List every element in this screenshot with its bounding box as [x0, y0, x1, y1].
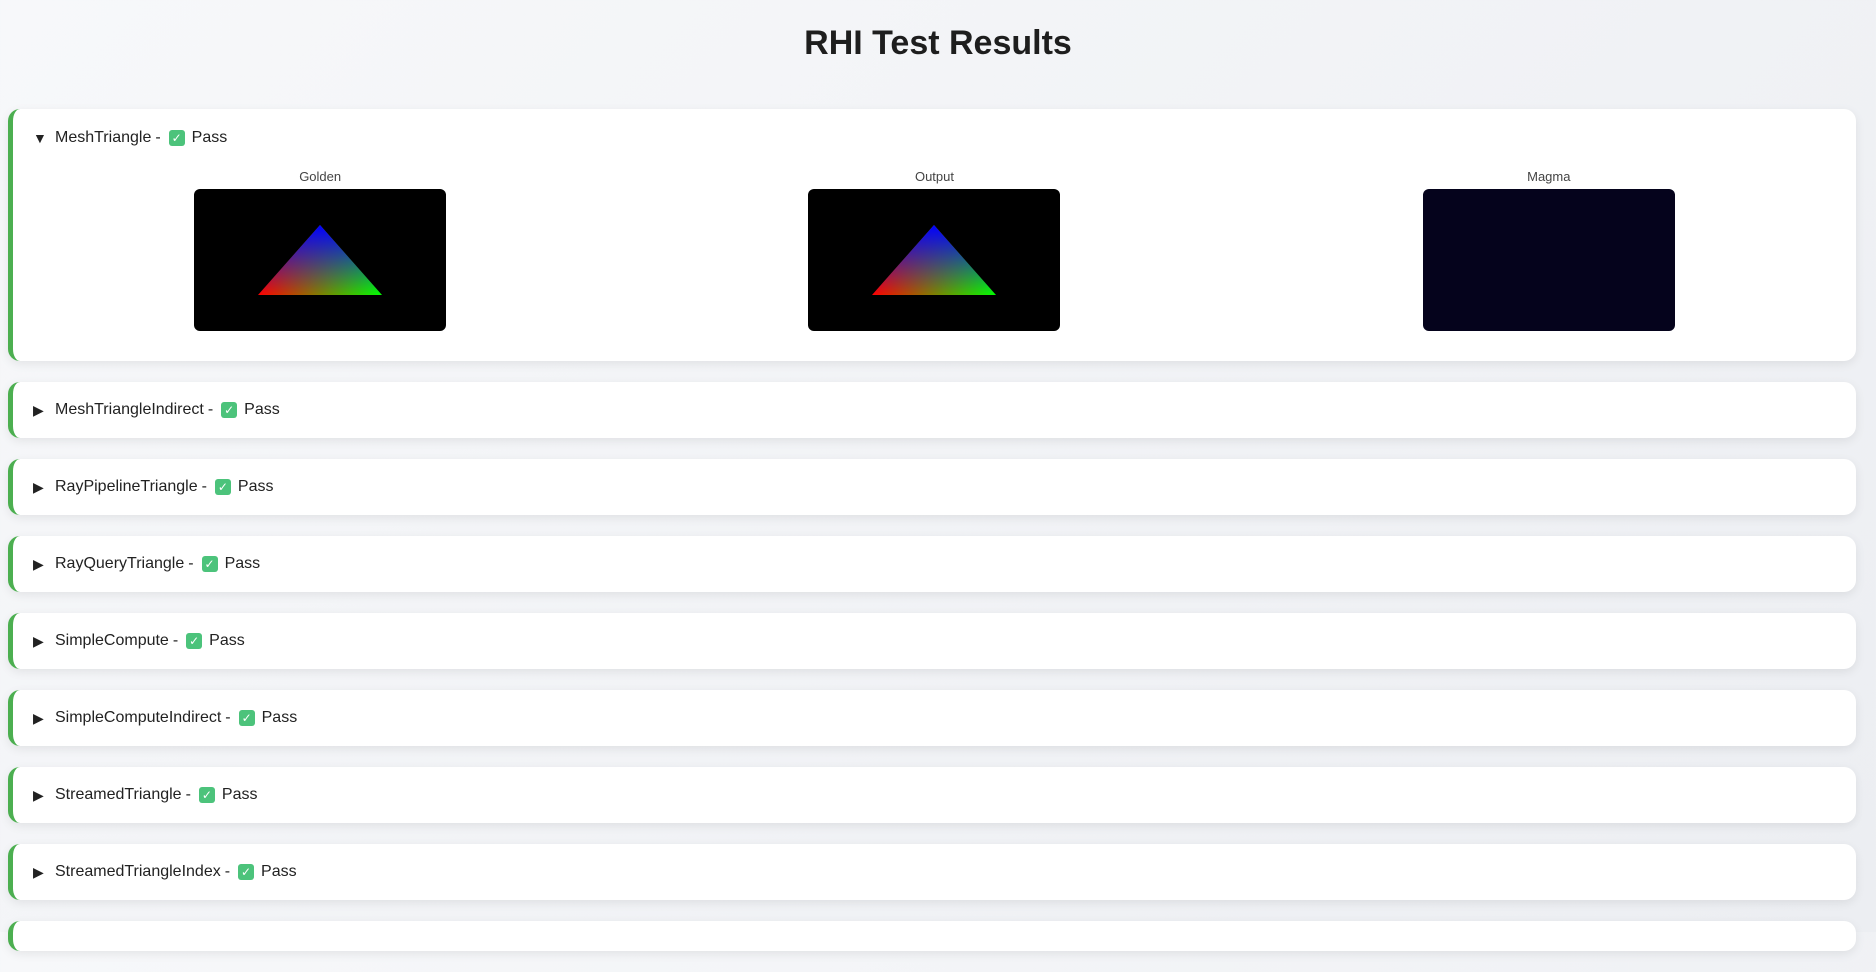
test-card: ▼ MeshTriangle - ✓ Pass Golden Output Ma… — [8, 109, 1856, 361]
panel-label: Magma — [1527, 169, 1571, 184]
test-card-toggle[interactable]: ▶ SimpleComputeIndirect - ✓ Pass — [13, 690, 1856, 746]
test-card-partial — [8, 921, 1856, 951]
test-name: MeshTriangle — [55, 129, 152, 146]
test-card-toggle[interactable]: ▶ RayPipelineTriangle - ✓ Pass — [13, 459, 1856, 515]
separator: - — [188, 555, 194, 572]
test-name: RayPipelineTriangle — [55, 478, 198, 495]
status-text: Pass — [221, 786, 258, 803]
triangle-right-icon: ▶ — [33, 478, 44, 495]
status-text: Pass — [191, 129, 228, 146]
check-icon: ✓ — [221, 402, 238, 418]
status-text: Pass — [209, 632, 245, 649]
test-name: RayQueryTriangle — [55, 555, 185, 572]
separator: - — [172, 632, 179, 649]
check-icon: ✓ — [214, 479, 231, 495]
test-card-toggle[interactable]: ▶ StreamedTriangle - ✓ Pass — [13, 767, 1856, 823]
status-text: Pass — [261, 863, 297, 880]
magma-image — [1422, 189, 1675, 331]
test-card-toggle[interactable]: ▶ StreamedTriangleIndex - ✓ Pass — [13, 844, 1856, 900]
status-text: Pass — [244, 401, 280, 418]
triangle-right-icon: ▶ — [33, 709, 44, 726]
triangle-render — [872, 225, 997, 295]
separator: - — [225, 709, 231, 726]
golden-image — [194, 189, 447, 331]
test-results-list: ▼ MeshTriangle - ✓ Pass Golden Output Ma… — [8, 109, 1856, 972]
page-title: RHI Test Results — [804, 24, 1072, 62]
golden-panel: Golden — [194, 167, 447, 341]
separator: - — [224, 863, 231, 880]
triangle-right-icon: ▶ — [33, 632, 44, 649]
test-card-toggle[interactable]: ▶ MeshTriangleIndirect - ✓ Pass — [13, 382, 1856, 438]
check-icon: ✓ — [238, 710, 255, 726]
status-text: Pass — [237, 478, 274, 495]
separator: - — [155, 129, 161, 146]
test-card: ▶ MeshTriangleIndirect - ✓ Pass — [8, 382, 1856, 438]
output-panel: Output — [808, 167, 1061, 341]
status-text: Pass — [224, 555, 261, 572]
separator: - — [185, 786, 191, 803]
test-card: ▶ RayPipelineTriangle - ✓ Pass — [8, 459, 1856, 515]
output-image — [808, 189, 1061, 331]
triangle-right-icon: ▶ — [33, 863, 44, 880]
panel-label: Output — [914, 169, 954, 184]
test-card-toggle[interactable]: ▼ MeshTriangle - ✓ Pass — [13, 109, 1856, 167]
magma-panel: Magma — [1422, 167, 1675, 341]
triangle-right-icon: ▶ — [33, 786, 44, 803]
check-icon: ✓ — [238, 864, 255, 880]
test-card-toggle[interactable]: ▶ SimpleCompute - ✓ Pass — [13, 613, 1856, 669]
status-text: Pass — [261, 709, 298, 726]
test-card: ▶ SimpleCompute - ✓ Pass — [8, 613, 1856, 669]
triangle-right-icon: ▶ — [33, 401, 44, 418]
separator: - — [207, 401, 214, 418]
separator: - — [201, 478, 207, 495]
triangle-down-icon: ▼ — [33, 130, 47, 146]
check-icon: ✓ — [186, 633, 203, 649]
check-icon: ✓ — [168, 130, 185, 146]
test-card: ▶ StreamedTriangleIndex - ✓ Pass — [8, 844, 1856, 900]
test-card: ▶ SimpleComputeIndirect - ✓ Pass — [8, 690, 1856, 746]
test-card-toggle[interactable]: ▶ RayQueryTriangle - ✓ Pass — [13, 536, 1856, 592]
image-comparison: Golden Output Magma — [13, 167, 1856, 361]
test-name: SimpleComputeIndirect — [55, 709, 222, 726]
test-card: ▶ RayQueryTriangle - ✓ Pass — [8, 536, 1856, 592]
check-icon: ✓ — [201, 556, 218, 572]
check-icon: ✓ — [198, 787, 215, 803]
triangle-render — [258, 225, 383, 295]
test-card: ▶ StreamedTriangle - ✓ Pass — [8, 767, 1856, 823]
test-name: StreamedTriangleIndex — [55, 863, 221, 880]
test-name: MeshTriangleIndirect — [55, 401, 204, 418]
test-name: StreamedTriangle — [55, 786, 182, 803]
test-name: SimpleCompute — [55, 632, 169, 649]
triangle-right-icon: ▶ — [33, 555, 44, 572]
panel-label: Golden — [299, 169, 342, 184]
